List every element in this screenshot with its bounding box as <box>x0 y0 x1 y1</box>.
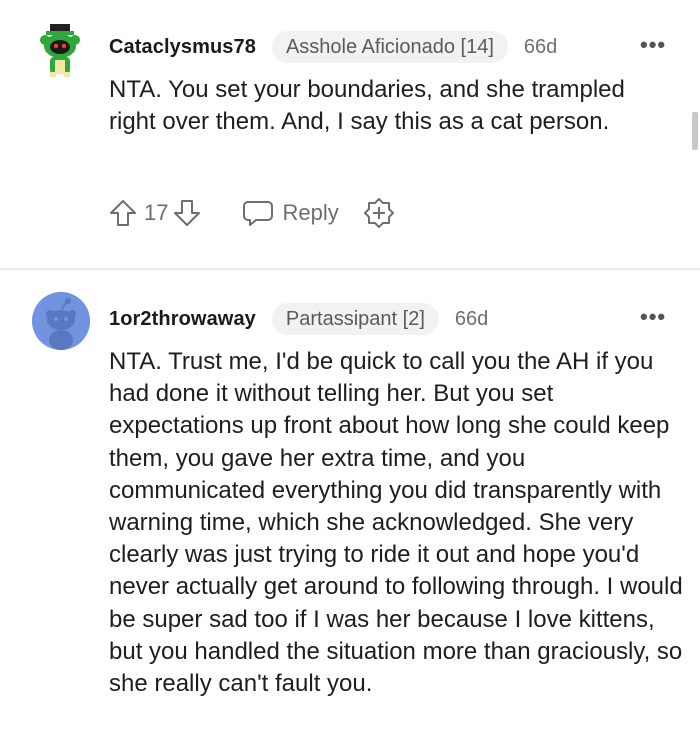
user-flair: Asshole Aficionado [14] <box>271 31 508 63</box>
upvote-icon[interactable] <box>108 198 138 228</box>
more-options-button[interactable]: ••• <box>640 306 666 328</box>
comment-meta: Cataclysmus78 Asshole Aficionado [14] 66… <box>109 30 557 64</box>
comment-1or2throwaway: 1or2throwaway Partassipant [2] 66d ••• N… <box>0 270 700 742</box>
comment-age: 66d <box>523 35 558 58</box>
username[interactable]: Cataclysmus78 <box>109 36 256 59</box>
reply-label: Reply <box>282 200 339 225</box>
award-plus-icon <box>363 198 394 228</box>
comment-meta: 1or2throwaway Partassipant [2] 66d <box>109 302 488 336</box>
user-avatar[interactable] <box>36 22 84 78</box>
default-snoo-avatar-icon <box>32 292 90 350</box>
comment-cataclysmus78: Cataclysmus78 Asshole Aficionado [14] 66… <box>0 0 700 268</box>
more-options-button[interactable]: ••• <box>640 34 666 56</box>
reply-button[interactable]: Reply <box>242 199 339 227</box>
vote-score: 17 <box>144 200 169 225</box>
user-flair: Partassipant [2] <box>271 303 439 335</box>
downvote-icon[interactable] <box>172 198 202 228</box>
green-snoo-avatar-icon <box>40 24 80 77</box>
comment-actions: 17 Reply <box>108 196 395 230</box>
username[interactable]: 1or2throwaway <box>109 308 256 331</box>
comment-age: 66d <box>454 307 489 330</box>
scrollbar-thumb[interactable] <box>692 112 698 150</box>
comment-body: NTA. Trust me, I'd be quick to call you … <box>109 348 683 698</box>
speech-bubble-icon <box>243 201 274 226</box>
user-avatar[interactable] <box>32 292 90 350</box>
award-button[interactable] <box>363 197 395 229</box>
comment-body: NTA. You set your boundaries, and she tr… <box>109 76 625 136</box>
